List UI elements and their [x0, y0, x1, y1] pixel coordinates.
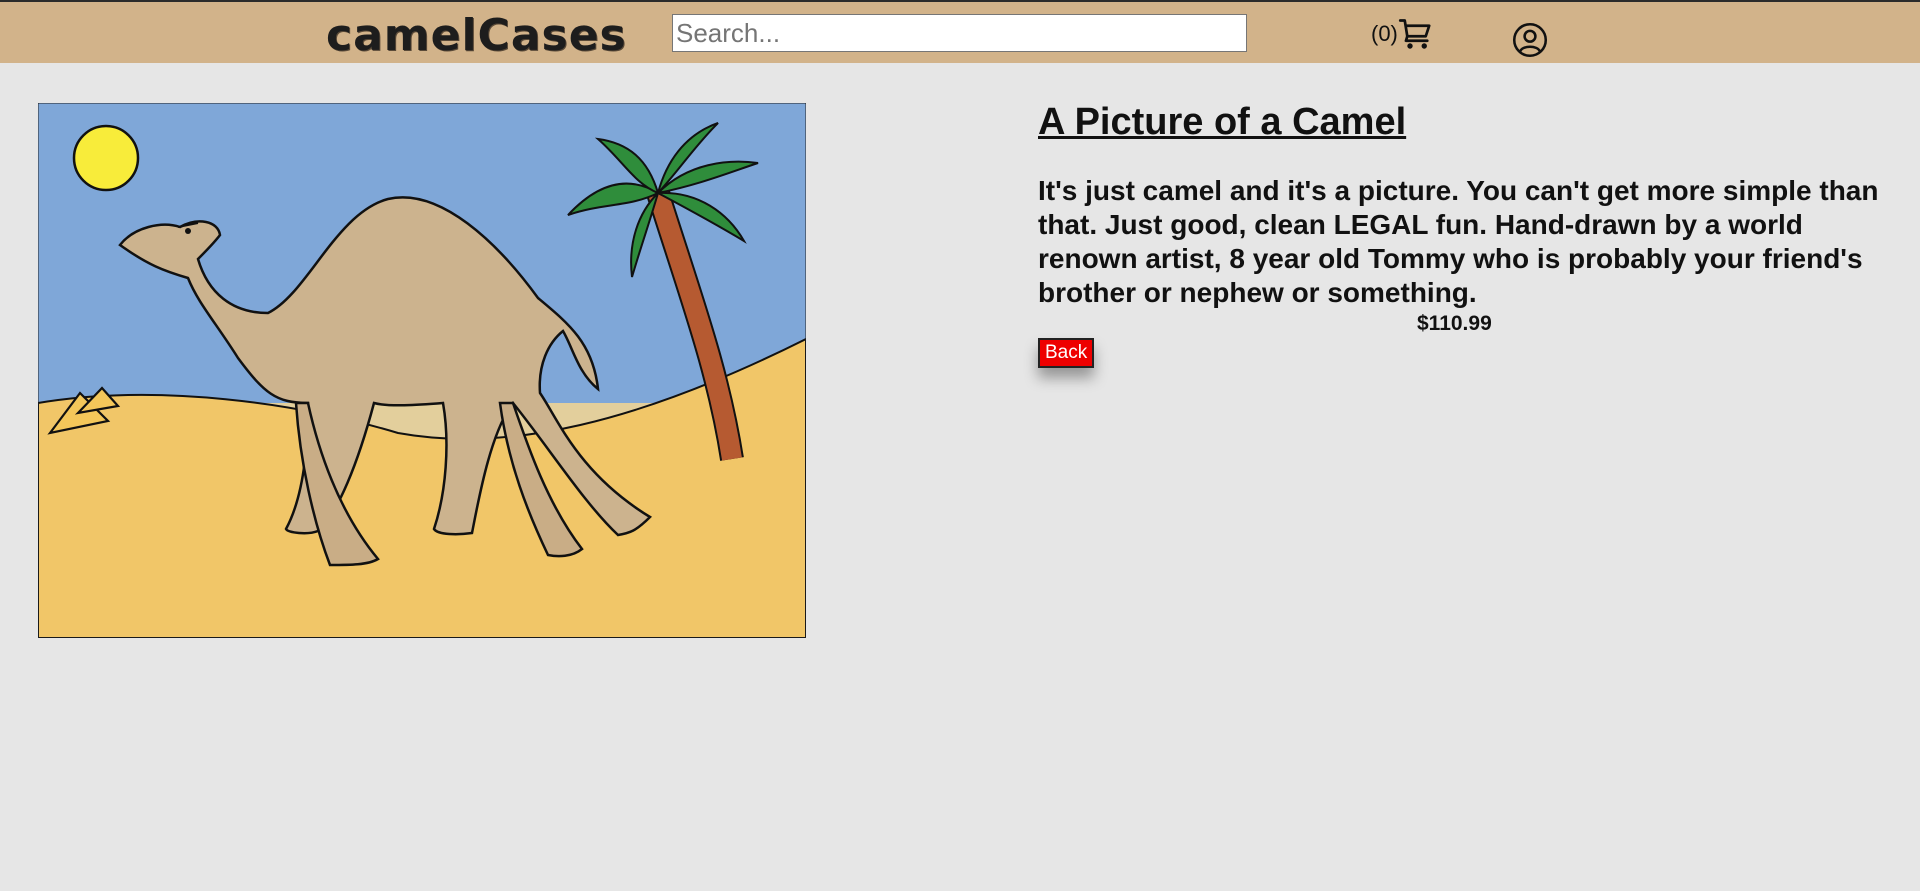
- product-description: It's just camel and it's a picture. You …: [1038, 175, 1879, 308]
- cart-count: (0): [1371, 21, 1398, 46]
- site-header: camelCases (0): [0, 2, 1920, 63]
- search-input[interactable]: [672, 14, 1247, 52]
- shopping-cart-icon[interactable]: [1398, 16, 1434, 52]
- site-logo[interactable]: camelCases: [326, 10, 627, 62]
- product-title: A Picture of a Camel: [1038, 101, 1407, 143]
- user-circle-icon[interactable]: [1512, 22, 1548, 58]
- back-button[interactable]: Back: [1038, 338, 1095, 368]
- camel-drawing-image: [38, 103, 806, 638]
- product-price: $110.99: [1417, 312, 1492, 335]
- cart-button[interactable]: (0): [1371, 14, 1434, 54]
